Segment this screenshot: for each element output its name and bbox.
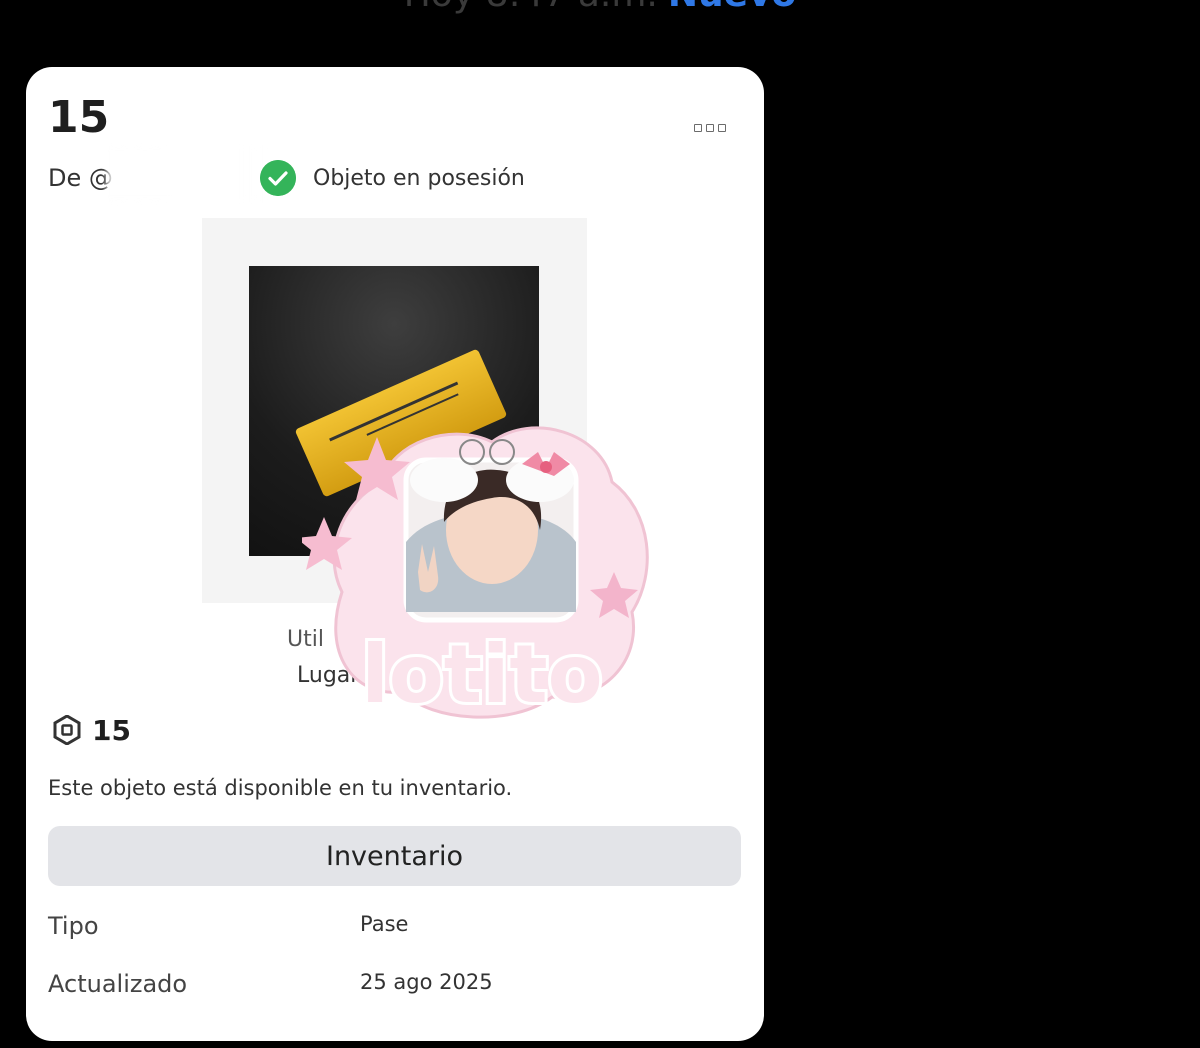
type-label: Tipo bbox=[48, 912, 99, 940]
new-link[interactable]: Nuevo bbox=[668, 0, 796, 15]
sticker-text: lotito bbox=[361, 628, 602, 721]
more-options-icon[interactable] bbox=[694, 121, 734, 135]
chat-timestamp-header: Hoy 8:47 a.m. Nuevo bbox=[0, 0, 1200, 15]
sticker-overlay: lotito bbox=[302, 426, 649, 724]
type-value: Pase bbox=[360, 912, 409, 936]
price-value: 15 bbox=[92, 714, 131, 747]
redacted-username bbox=[106, 145, 266, 203]
item-details-card: 15 De @ Objeto en posesión Util Lugar lo… bbox=[26, 67, 764, 1041]
owned-status-text: Objeto en posesión bbox=[313, 166, 525, 191]
updated-label: Actualizado bbox=[48, 970, 188, 998]
availability-text: Este objeto está disponible en tu invent… bbox=[48, 776, 513, 800]
inventory-button[interactable]: Inventario bbox=[48, 826, 741, 886]
item-title: 15 bbox=[48, 92, 110, 143]
timestamp-text: Hoy 8:47 a.m. bbox=[404, 0, 658, 15]
updated-value: 25 ago 2025 bbox=[360, 970, 493, 994]
robux-icon bbox=[53, 715, 81, 745]
creator-label: De @ bbox=[48, 164, 113, 192]
check-circle-icon bbox=[260, 160, 296, 196]
